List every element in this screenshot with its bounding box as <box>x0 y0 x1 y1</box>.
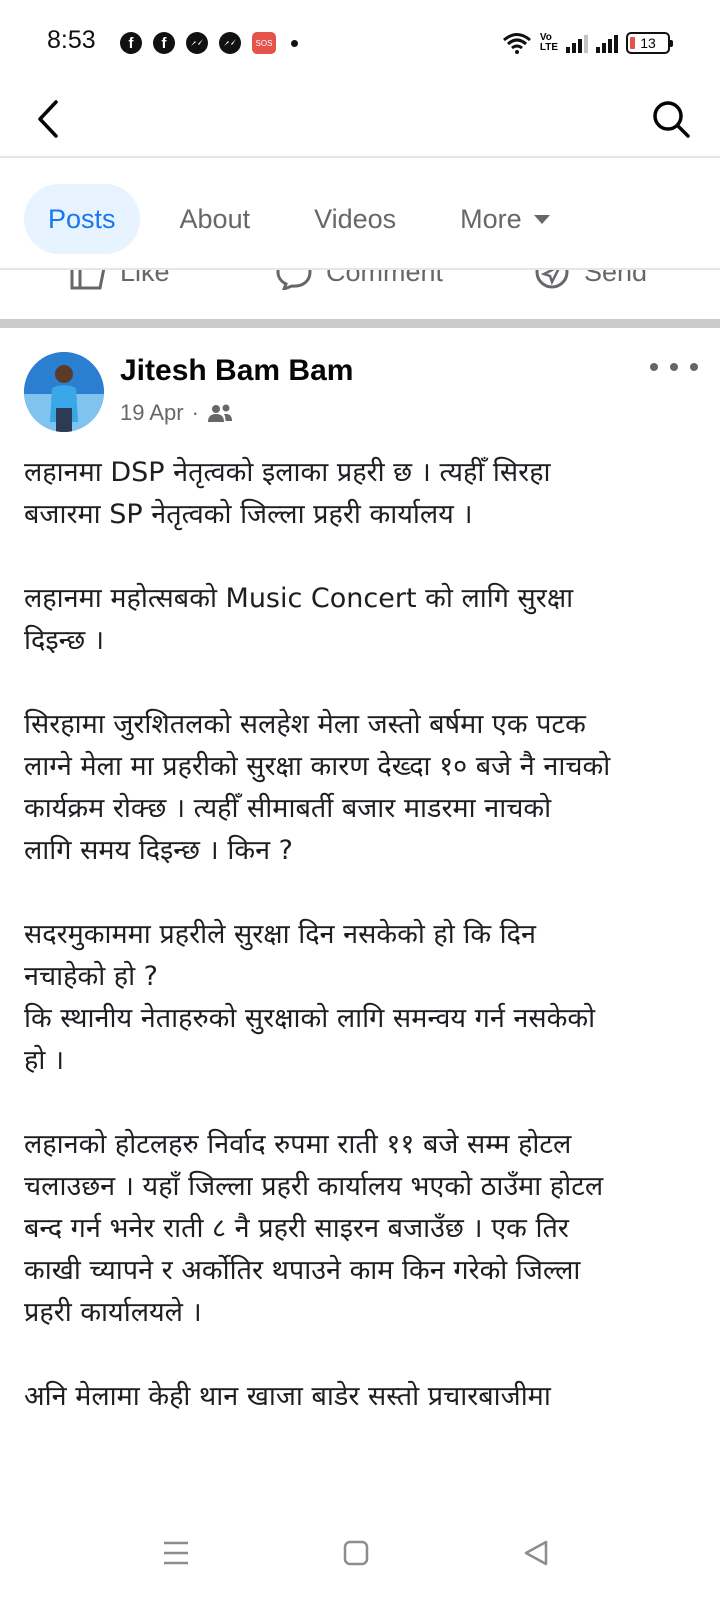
post-line: कि स्थानीय नेताहरुको सुरक्षाको लागि समन्… <box>24 1003 596 1034</box>
more-dot-icon <box>690 363 698 371</box>
post-meta: 19 Apr · <box>120 400 233 426</box>
back-button[interactable] <box>24 94 74 144</box>
post-line: काखी च्यापने र अर्कोतिर थपाउने काम किन ग… <box>24 1255 581 1286</box>
like-label: Like <box>120 268 170 287</box>
volte-icon: Vo LTE <box>539 32 558 53</box>
signal-icon <box>596 33 618 53</box>
more-notifications-dot-icon <box>291 39 298 47</box>
tab-more-label: More <box>460 203 522 234</box>
system-icons: Vo LTE 13 <box>502 28 673 58</box>
post-author[interactable]: Jitesh Bam Bam <box>120 354 353 388</box>
post-paragraph: लहानमा महोत्सबको Music Concert को लागि स… <box>24 578 714 662</box>
signal-icon <box>566 33 588 53</box>
post-line: बन्द गर्न भनेर राती ८ नै प्रहरी साइरन बज… <box>24 1213 569 1244</box>
menu-icon <box>164 1541 188 1565</box>
post-line: प्रहरी कार्यालयले । <box>24 1297 202 1328</box>
post-paragraph: अनि मेलामा केही थान खाजा बाडेर सस्तो प्र… <box>24 1376 714 1418</box>
messenger-icon <box>186 32 208 54</box>
post-text: लहानमा DSP नेतृत्वको इलाका प्रहरी छ । त्… <box>24 452 714 1512</box>
post-line: दिइन्छ । <box>24 625 105 656</box>
post-line: नचाहेको हो ? <box>24 961 159 992</box>
post-line: कार्यक्रम रोक्छ । त्यहीँ सीमाबर्ती बजार … <box>24 793 552 824</box>
tab-more[interactable]: More <box>436 184 574 254</box>
facebook-icon: f <box>153 32 175 54</box>
system-nav-bar <box>0 1505 720 1601</box>
caret-down-icon <box>533 214 550 224</box>
friends-icon <box>207 404 232 422</box>
comment-icon <box>276 270 312 290</box>
post-paragraph: लहानको होटलहरु निर्वाद रुपमा राती ११ बजे… <box>24 1124 714 1334</box>
send-button[interactable]: Send <box>534 268 648 290</box>
post-paragraph: सिरहामा जुरशितलको सलहेश मेला जस्तो बर्षम… <box>24 704 714 872</box>
wifi-icon <box>502 33 531 54</box>
post-line: लहानमा महोत्सबको Music Concert को लागि स… <box>24 583 574 614</box>
status-time: 8:53 <box>47 26 96 54</box>
post-line: चलाउछन । यहाँ जिल्ला प्रहरी कार्यालय भएक… <box>24 1171 604 1202</box>
post-date[interactable]: 19 Apr <box>120 400 184 426</box>
like-button[interactable]: Like <box>70 268 170 290</box>
previous-post-action-bar: Like Comment Send <box>0 268 720 296</box>
messenger-icon <box>219 32 241 54</box>
profile-tabs: Posts About Videos More <box>0 160 720 278</box>
avatar[interactable] <box>24 352 104 432</box>
back-triangle-icon <box>524 1540 548 1566</box>
post-line: लागि समय दिइन्छ । किन ? <box>24 835 293 866</box>
more-dot-icon <box>650 363 658 371</box>
home-button[interactable] <box>332 1529 380 1577</box>
post-line: लाग्ने मेला मा प्रहरीको सुरक्षा कारण देख… <box>24 751 611 782</box>
sos-icon: SOS <box>252 32 276 54</box>
post-line: हो । <box>24 1045 65 1076</box>
like-icon <box>70 270 106 290</box>
send-label: Send <box>584 268 648 287</box>
tab-posts[interactable]: Posts <box>24 184 140 254</box>
post-line: सदरमुकाममा प्रहरीले सुरक्षा दिन नसकेको ह… <box>24 919 536 950</box>
system-back-button[interactable] <box>512 1529 560 1577</box>
post-line: बजारमा SP नेतृत्वको जिल्ला प्रहरी कार्या… <box>24 499 473 530</box>
post-line: लहानको होटलहरु निर्वाद रुपमा राती ११ बजे… <box>24 1129 572 1160</box>
post-options-button[interactable] <box>650 352 698 382</box>
post-line: सिरहामा जुरशितलको सलहेश मेला जस्तो बर्षम… <box>24 709 586 740</box>
comment-label: Comment <box>326 268 444 287</box>
search-button[interactable] <box>646 94 696 144</box>
recent-apps-button[interactable] <box>152 1529 200 1577</box>
battery-icon: 13 <box>626 32 673 54</box>
more-dot-icon <box>670 363 678 371</box>
post-line: लहानमा DSP नेतृत्वको इलाका प्रहरी छ । त्… <box>24 457 551 488</box>
tab-videos[interactable]: Videos <box>290 184 420 254</box>
home-square-icon <box>343 1540 369 1566</box>
top-app-bar <box>0 84 720 158</box>
meta-separator: · <box>191 400 199 425</box>
comment-button[interactable]: Comment <box>276 268 444 290</box>
send-icon <box>535 270 569 289</box>
search-icon <box>653 101 690 138</box>
post-paragraph: सदरमुकाममा प्रहरीले सुरक्षा दिन नसकेको ह… <box>24 914 714 1082</box>
post-line: अनि मेलामा केही थान खाजा बाडेर सस्तो प्र… <box>24 1381 551 1412</box>
chevron-left-icon <box>38 100 58 138</box>
tab-about[interactable]: About <box>156 184 275 254</box>
status-bar: 8:53 f f SOS Vo LTE 13 <box>0 0 720 84</box>
feed-divider <box>0 319 720 328</box>
notification-icons: f f SOS <box>120 28 298 58</box>
battery-level: 13 <box>640 35 656 51</box>
facebook-icon: f <box>120 32 142 54</box>
post-paragraph: लहानमा DSP नेतृत्वको इलाका प्रहरी छ । त्… <box>24 452 714 536</box>
